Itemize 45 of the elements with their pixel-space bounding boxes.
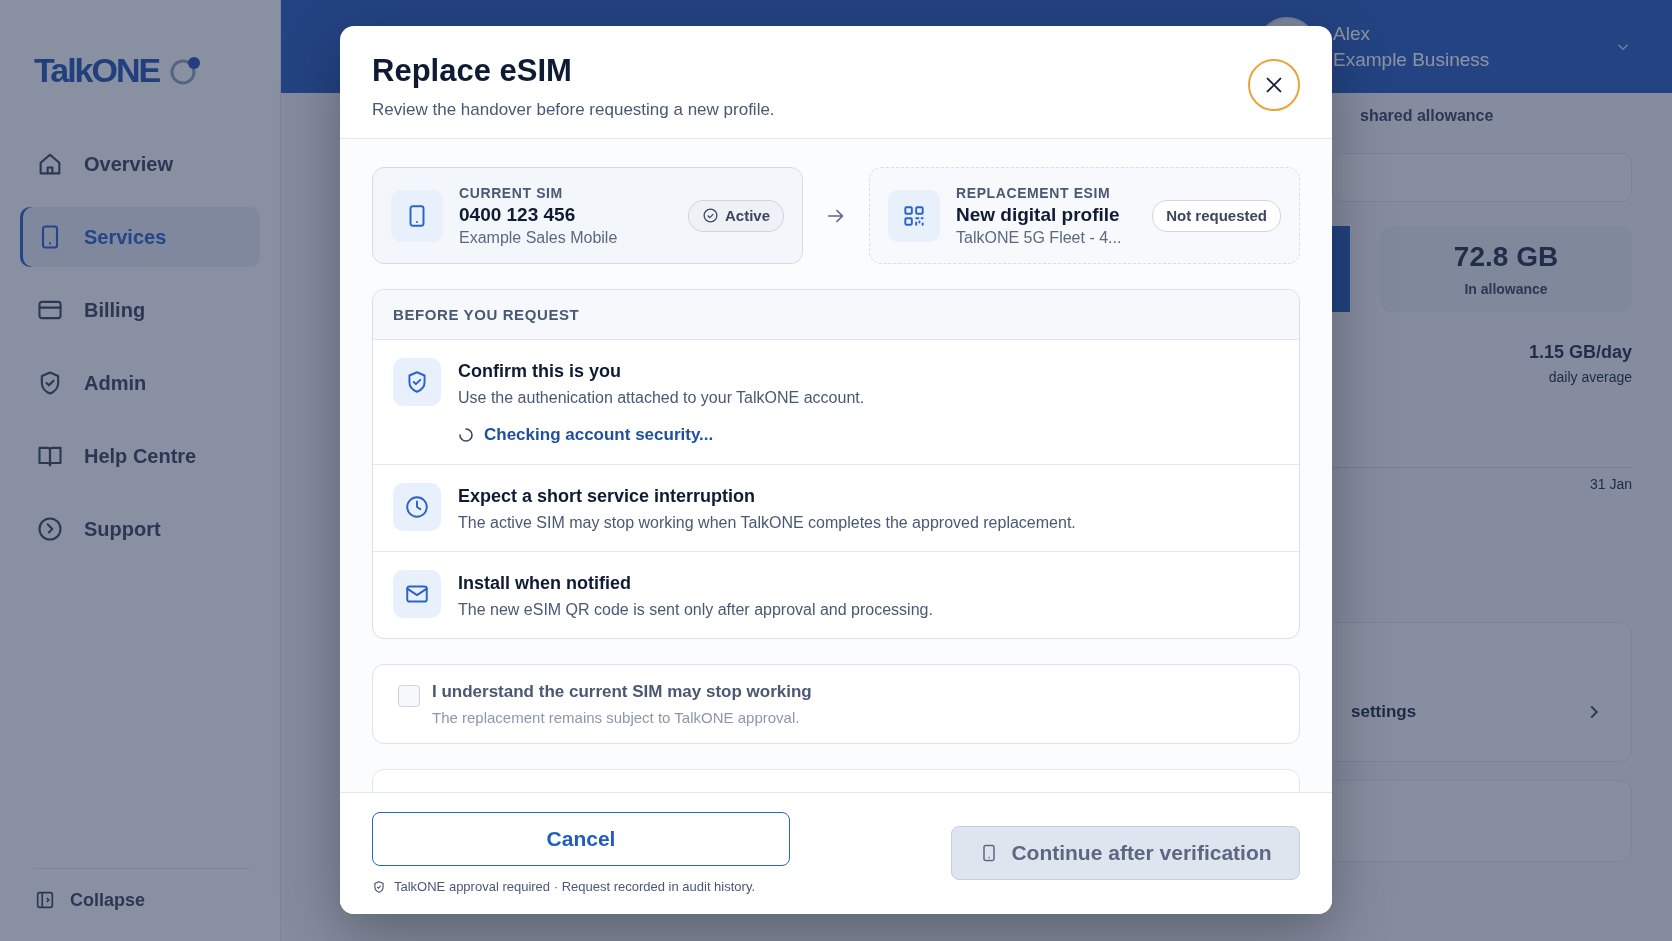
stat-caption: In allowance [1464, 281, 1548, 297]
profile-title: New digital profile [956, 203, 1121, 226]
nav-item[interactable]: Services [20, 207, 260, 267]
section-heading: BEFORE YOU REQUEST [373, 290, 1299, 340]
checkbox-label: I understand the current SIM may stop working [432, 682, 812, 702]
nav-item[interactable]: Admin [20, 353, 260, 413]
item-description: The new eSIM QR code is sent only after approval and processing. [458, 601, 933, 619]
status-badge: Not requested [1152, 199, 1281, 232]
axis-label: 31 Jan [1589, 476, 1632, 492]
service-name: Example Sales Mobile [459, 228, 619, 247]
user-name: Alex [1333, 22, 1371, 45]
footer-note: TalkONE approval required · Request recorded in audit history. [394, 879, 756, 894]
item-title: Expect a short service interruption [458, 486, 757, 507]
business-name: Example Business [1333, 48, 1491, 71]
checkbox[interactable] [398, 685, 420, 707]
status-text: Checking account security... [484, 425, 714, 445]
nav-item[interactable]: Support [20, 499, 260, 559]
clock-icon [404, 494, 430, 520]
spinner-icon [458, 427, 474, 443]
collapse-button[interactable]: Collapse [34, 868, 250, 911]
checkbox-description: The replacement remains subject to TalkONE approval. [432, 709, 801, 726]
close-button[interactable] [1248, 59, 1300, 111]
card-label: CURRENT SIM [459, 184, 564, 201]
item-description: The active SIM may stop working when TalkONE completes the approved replacement. [458, 514, 1076, 532]
item-description: Use the authenication attached to your TalkONE account. [458, 389, 865, 407]
nav-item[interactable]: Billing [20, 280, 260, 340]
collapse-icon [34, 889, 56, 911]
item-title: Confirm this is you [458, 361, 622, 382]
card-label: REPLACEMENT ESIM [956, 184, 1112, 201]
nav-item[interactable]: Help Centre [20, 426, 260, 486]
status-badge: Active [687, 199, 784, 232]
logo-text: TalkONE [34, 50, 160, 90]
support-icon [36, 515, 64, 543]
phone-number: 0400 123 456 [459, 203, 577, 226]
average-value: 1.15 GB/day [1528, 342, 1632, 363]
stat-value: 72.8 GB [1453, 241, 1559, 273]
allowance-caption: shared allowance [1360, 107, 1495, 125]
item-title: Install when notified [458, 573, 632, 594]
nav-item[interactable]: Overview [20, 134, 260, 194]
shield-check-icon [372, 879, 386, 894]
dialog-subtitle: Review the handover before requesting a new profile. [372, 100, 775, 120]
average-caption: daily average [1547, 369, 1632, 385]
plan-name: TalkONE 5G Fleet - 4... [956, 228, 1123, 247]
dialog-title: Replace eSIM [372, 52, 573, 90]
cancel-button[interactable]: Cancel [372, 812, 790, 866]
